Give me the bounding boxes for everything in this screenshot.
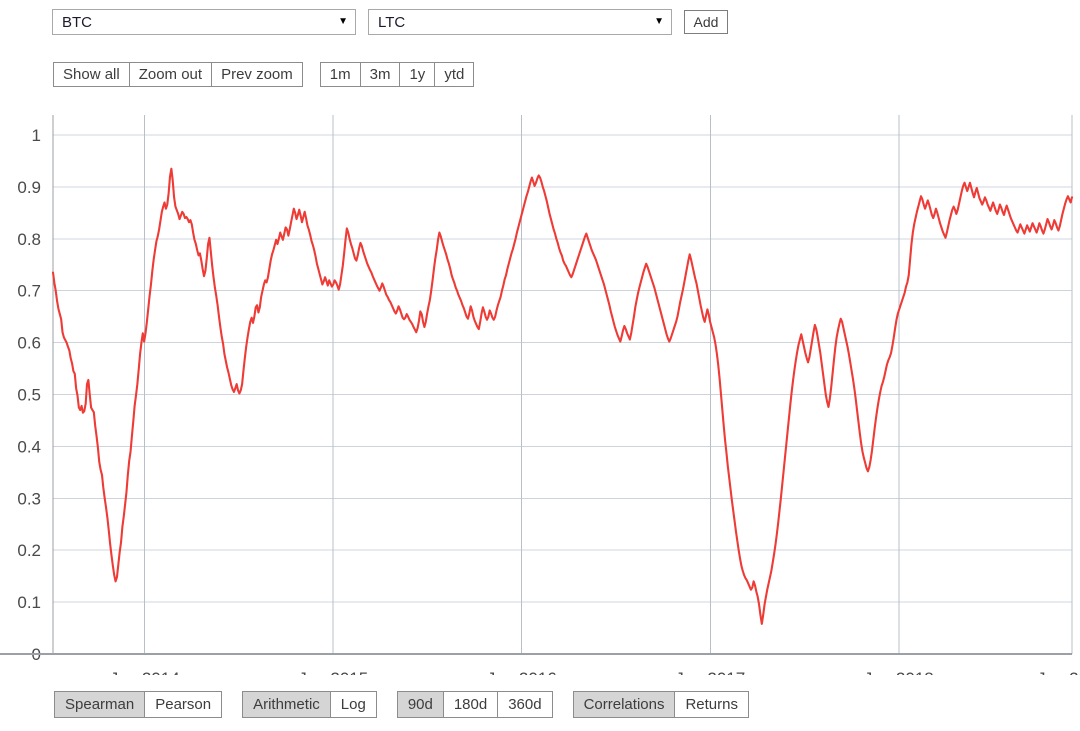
- y-axis-tick-label: 0.2: [17, 541, 41, 560]
- y-axis-tick-label: 0.3: [17, 489, 41, 508]
- method-spearman-button[interactable]: Spearman: [55, 692, 146, 717]
- scale-group: Arithmetic Log: [242, 691, 377, 718]
- add-button[interactable]: Add: [684, 10, 728, 34]
- window-group: 90d 180d 360d: [396, 691, 553, 718]
- correlation-method-group: Spearman Pearson: [54, 691, 223, 718]
- show-all-button[interactable]: Show all: [54, 63, 130, 86]
- range-1y-button[interactable]: 1y: [400, 63, 436, 86]
- y-axis-tick-label: 0.7: [17, 282, 41, 301]
- quote-symbol-select[interactable]: LTC ▼: [368, 9, 672, 35]
- correlation-series-line: [51, 167, 1074, 625]
- range-1m-button[interactable]: 1m: [320, 63, 361, 86]
- x-axis-tick-label: Jan 2016: [487, 669, 557, 675]
- x-axis-tick-label: Jan 2019: [1037, 669, 1080, 675]
- base-symbol-value: BTC: [62, 13, 92, 31]
- x-axis-tick-label: Jan 2015: [298, 669, 368, 675]
- x-axis-tick-label: Jan 2018: [864, 669, 934, 675]
- chevron-down-icon: ▼: [654, 16, 664, 27]
- x-axis-tick-label: Jan 2014: [110, 669, 180, 675]
- zoom-toolbar: Show all Zoom out Prev zoom 1m 3m 1y ytd: [53, 62, 475, 87]
- base-symbol-select[interactable]: BTC ▼: [52, 9, 356, 35]
- y-axis-tick-label: 0.4: [17, 437, 41, 456]
- symbol-controls: BTC ▼ LTC ▼ Add: [52, 9, 728, 35]
- scale-log-button[interactable]: Log: [330, 692, 376, 717]
- y-axis-tick-label: 0.6: [17, 334, 41, 353]
- y-axis-tick-label: 1: [32, 126, 41, 145]
- scale-arithmetic-button[interactable]: Arithmetic: [243, 692, 331, 717]
- zoom-nav-group: Show all Zoom out Prev zoom: [53, 62, 303, 87]
- y-axis-tick-label: 0.9: [17, 178, 41, 197]
- y-axis-tick-label: 0.8: [17, 230, 41, 249]
- quote-symbol-value: LTC: [378, 13, 406, 31]
- correlation-chart[interactable]: 00.10.20.30.40.50.60.70.80.91Jan 2014Jan…: [0, 100, 1080, 675]
- y-axis-tick-label: 0.5: [17, 386, 41, 405]
- chart-options-toolbar: Spearman Pearson Arithmetic Log 90d 180d…: [54, 691, 749, 718]
- window-180d-button[interactable]: 180d: [443, 692, 499, 717]
- chevron-down-icon: ▼: [338, 16, 348, 27]
- prev-zoom-button[interactable]: Prev zoom: [212, 63, 302, 86]
- y-axis-tick-label: 0.1: [17, 593, 41, 612]
- zoom-range-group: 1m 3m 1y ytd: [319, 62, 475, 87]
- window-90d-button[interactable]: 90d: [397, 692, 444, 717]
- range-ytd-button[interactable]: ytd: [435, 63, 474, 86]
- window-360d-button[interactable]: 360d: [498, 692, 552, 717]
- zoom-out-button[interactable]: Zoom out: [129, 63, 213, 86]
- method-pearson-button[interactable]: Pearson: [145, 692, 222, 717]
- range-3m-button[interactable]: 3m: [360, 63, 401, 86]
- x-axis-tick-label: Jan 2017: [675, 669, 745, 675]
- view-returns-button[interactable]: Returns: [675, 692, 748, 717]
- chart-canvas[interactable]: 00.10.20.30.40.50.60.70.80.91Jan 2014Jan…: [0, 100, 1080, 675]
- view-group: Correlations Returns: [572, 691, 749, 718]
- view-correlations-button[interactable]: Correlations: [573, 692, 676, 717]
